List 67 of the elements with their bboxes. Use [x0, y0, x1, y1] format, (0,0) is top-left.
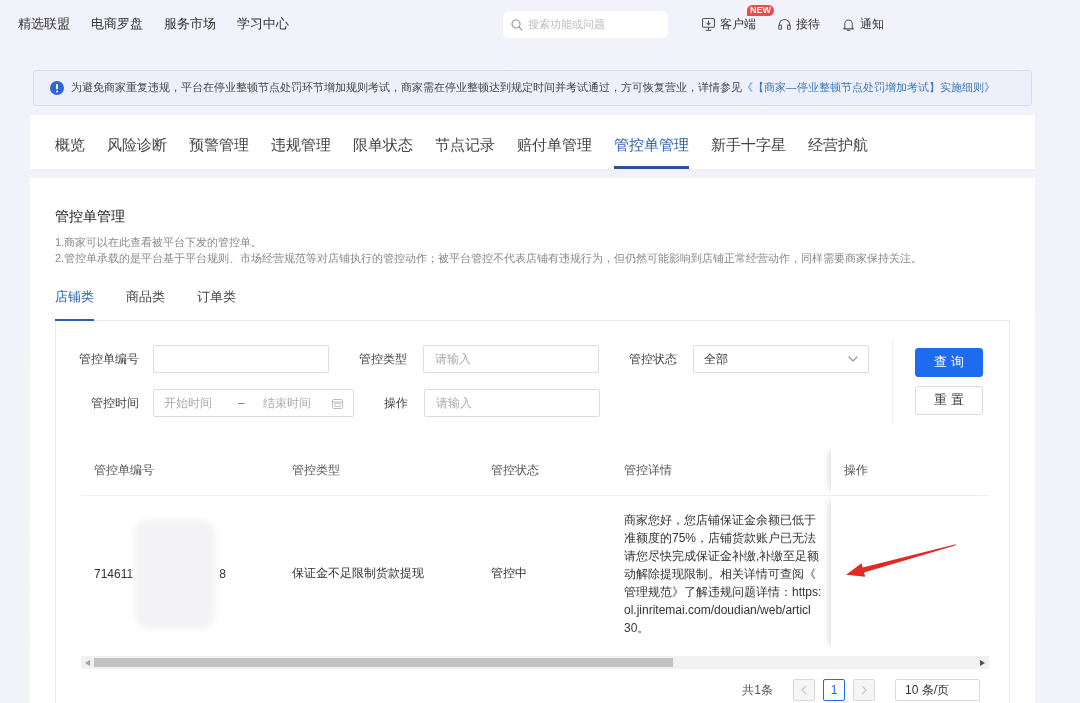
nav-action[interactable]: 通知 — [842, 16, 884, 32]
sub-tab[interactable]: 店铺类 — [55, 280, 94, 321]
search-icon — [511, 18, 523, 31]
nav-link[interactable]: 服务市场 — [164, 15, 216, 33]
headset-icon — [778, 17, 791, 31]
tab[interactable]: 违规管理 — [271, 115, 331, 169]
nav-link[interactable]: 学习中心 — [237, 15, 289, 33]
order-number-text: 714611 — [94, 566, 134, 581]
tab[interactable]: 赔付单管理 — [517, 115, 592, 169]
calendar-icon — [332, 397, 343, 409]
table-header-cell-text: 管控类型 — [291, 461, 341, 479]
chevron-down-icon — [848, 356, 858, 362]
tab[interactable]: 概览 — [55, 115, 85, 169]
notice-link[interactable]: 《【商家—停业整顿节点处罚增加考试】实施细则》 — [742, 81, 995, 93]
notice-text: 为避免商家重复违规，平台在停业整顿节点处罚环节增加规则考试，商家需在停业整顿达到规定时间并考试通过，方可恢复营业，详情参见《【商家—停业整顿节点处罚增加考试】实施细则》 — [71, 81, 995, 95]
filter-label: 操作 — [384, 394, 408, 412]
sub-tab[interactable]: 订单类 — [197, 280, 236, 321]
chevron-left-icon — [801, 685, 807, 695]
page-size-select[interactable]: 10 条/页 — [895, 679, 980, 701]
monitor-icon — [702, 17, 715, 31]
section-title: 管控单管理 — [55, 207, 126, 226]
note-text: 2.管控单承载的是平台基于平台规则、市场经营规范等对店铺执行的管控动作；被平台管控不代表店铺有违规行为，但仍然可能影响到店铺正常经营动作，同样需要商家保持关注。 — [55, 251, 924, 266]
tab[interactable]: 节点记录 — [435, 115, 495, 169]
nav-link[interactable]: 电商罗盘 — [91, 15, 143, 33]
reset-button[interactable]: 重 置 — [915, 385, 983, 415]
search-field[interactable]: 搜索功能或问题 — [503, 10, 668, 38]
nav-action[interactable]: 接待 — [778, 16, 820, 32]
start-date-input[interactable]: 开始时间 — [164, 396, 220, 410]
filter-label: 管控状态 — [629, 350, 677, 368]
table-header-cell-text: 管控单编号 — [93, 461, 155, 479]
table-header-cell-text: 管控详情 — [623, 461, 673, 479]
scrollbar-thumb[interactable] — [94, 658, 673, 667]
tab[interactable]: 管控单管理 — [614, 115, 689, 169]
bell-icon — [842, 17, 855, 31]
status-select[interactable]: 全部 — [693, 345, 869, 373]
new-badge: NEW — [747, 4, 774, 16]
text-input[interactable]: 请输入 — [423, 345, 599, 373]
tab[interactable]: 新手十字星 — [711, 115, 786, 169]
tab[interactable]: 限单状态 — [353, 115, 413, 169]
info-icon — [50, 81, 64, 95]
table-cell-text: 保证金不足限制货款提现 — [291, 565, 425, 582]
table-cell-text: 管控中 — [490, 565, 528, 582]
table-header-cell: 操作 — [831, 445, 991, 495]
tab[interactable]: 经营护航 — [808, 115, 868, 169]
nav-link[interactable]: 精选联盟 — [18, 15, 70, 33]
note-text: 1.商家可以在此查看被平台下发的管控单。 — [55, 235, 264, 250]
nav-action[interactable]: 客户端 — [702, 16, 756, 32]
filter-label: 管控单编号 — [79, 350, 139, 368]
pagination-total: 共1条 — [742, 681, 773, 699]
scroll-right-icon[interactable] — [980, 659, 985, 666]
end-date-input[interactable]: 结束时间 — [262, 396, 319, 410]
text-input[interactable] — [153, 345, 329, 373]
search-button[interactable]: 查 询 — [915, 347, 983, 377]
table-header-cell-text: 管控状态 — [490, 461, 540, 479]
tab[interactable]: 预警管理 — [189, 115, 249, 169]
date-range-field[interactable]: 开始时间 – 结束时间 — [153, 389, 354, 417]
chevron-right-icon — [861, 685, 867, 695]
scroll-left-icon[interactable] — [85, 659, 90, 666]
horizontal-scrollbar[interactable] — [81, 656, 989, 669]
page-button[interactable]: 1 — [823, 679, 845, 701]
filter-label: 管控类型 — [359, 350, 407, 368]
detail-text: 商家您好，您店铺保证金余额已低于 准额度的75%，店铺货款账户已无法 请您尽快完成保证金补缴,补缴至足额 动解除提现限制。相关详情可查阅《 管理规范》了解违规问题详情：https: ol.jinritemai.com/doudian/web/articl 30。 — [624, 511, 822, 637]
order-number-text: 8 — [219, 566, 226, 581]
filter-label: 管控时间 — [90, 394, 139, 412]
text-input[interactable]: 请输入 — [424, 389, 600, 417]
sub-tab[interactable]: 商品类 — [126, 280, 165, 321]
tab[interactable]: 风险诊断 — [107, 115, 167, 169]
